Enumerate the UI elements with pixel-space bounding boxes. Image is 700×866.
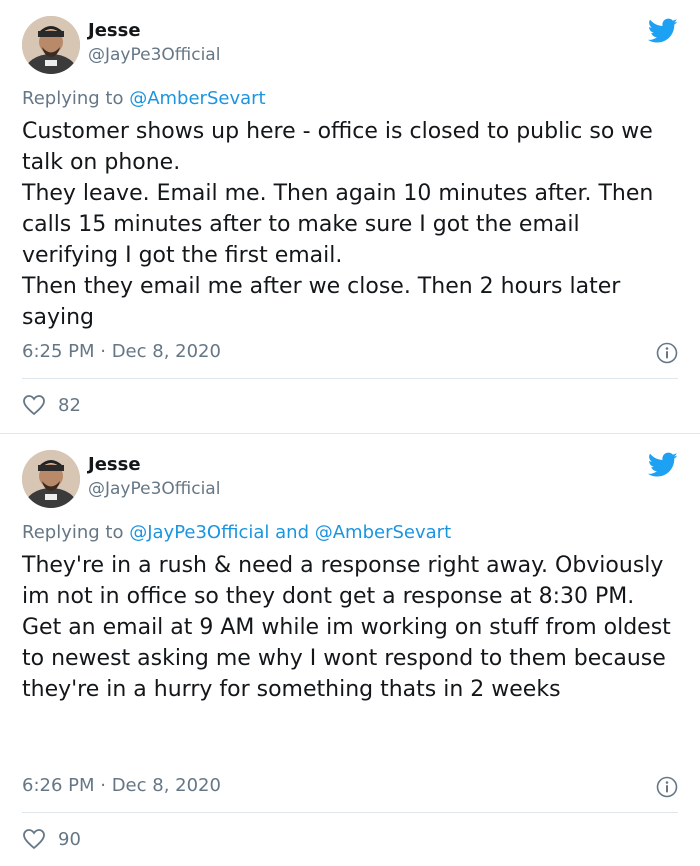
tweet-text: They're in a rush & need a response righ… xyxy=(22,550,682,705)
reply-prefix: Replying to xyxy=(22,88,130,109)
avatar[interactable] xyxy=(22,16,80,74)
display-name[interactable]: Jesse xyxy=(88,20,141,41)
tweet-text-line: Get an email at 9 AM while im working on… xyxy=(22,615,671,702)
avatar[interactable] xyxy=(22,450,80,508)
reply-mention-link[interactable]: @JayPe3Official and @AmberSevart xyxy=(129,522,451,543)
tweet-text-line: Then they email me after we close. Then … xyxy=(22,274,621,330)
heart-icon[interactable] xyxy=(22,394,46,416)
like-action[interactable]: 90 xyxy=(22,828,81,850)
tweet-text-line: They leave. Email me. Then again 10 minu… xyxy=(22,181,654,268)
tweet-text: Customer shows up here - office is close… xyxy=(22,116,682,333)
like-action[interactable]: 82 xyxy=(22,394,81,416)
heart-icon[interactable] xyxy=(22,828,46,850)
display-name[interactable]: Jesse xyxy=(88,454,141,475)
divider xyxy=(22,378,678,379)
twitter-bird-icon[interactable] xyxy=(648,18,678,44)
tweet-card: Jesse @JayPe3Official Replying to @Amber… xyxy=(0,0,700,433)
reply-context: Replying to @AmberSevart xyxy=(22,88,266,109)
tweet-text-line: They're in a rush & need a response righ… xyxy=(22,553,664,609)
tweet-card: Jesse @JayPe3Official Replying to @JayPe… xyxy=(0,433,700,866)
user-handle[interactable]: @JayPe3Official xyxy=(88,45,220,65)
timestamp[interactable]: 6:26 PM · Dec 8, 2020 xyxy=(22,775,221,796)
like-count: 90 xyxy=(58,828,81,850)
info-icon[interactable] xyxy=(656,342,678,364)
twitter-bird-icon[interactable] xyxy=(648,452,678,478)
timestamp[interactable]: 6:25 PM · Dec 8, 2020 xyxy=(22,341,221,362)
tweet-text-line: Customer shows up here - office is close… xyxy=(22,119,653,175)
user-handle[interactable]: @JayPe3Official xyxy=(88,479,220,499)
reply-mention-link[interactable]: @AmberSevart xyxy=(129,88,265,109)
reply-context: Replying to @JayPe3Official and @AmberSe… xyxy=(22,522,451,543)
info-icon[interactable] xyxy=(656,776,678,798)
reply-prefix: Replying to xyxy=(22,522,130,543)
like-count: 82 xyxy=(58,394,81,416)
divider xyxy=(22,812,678,813)
